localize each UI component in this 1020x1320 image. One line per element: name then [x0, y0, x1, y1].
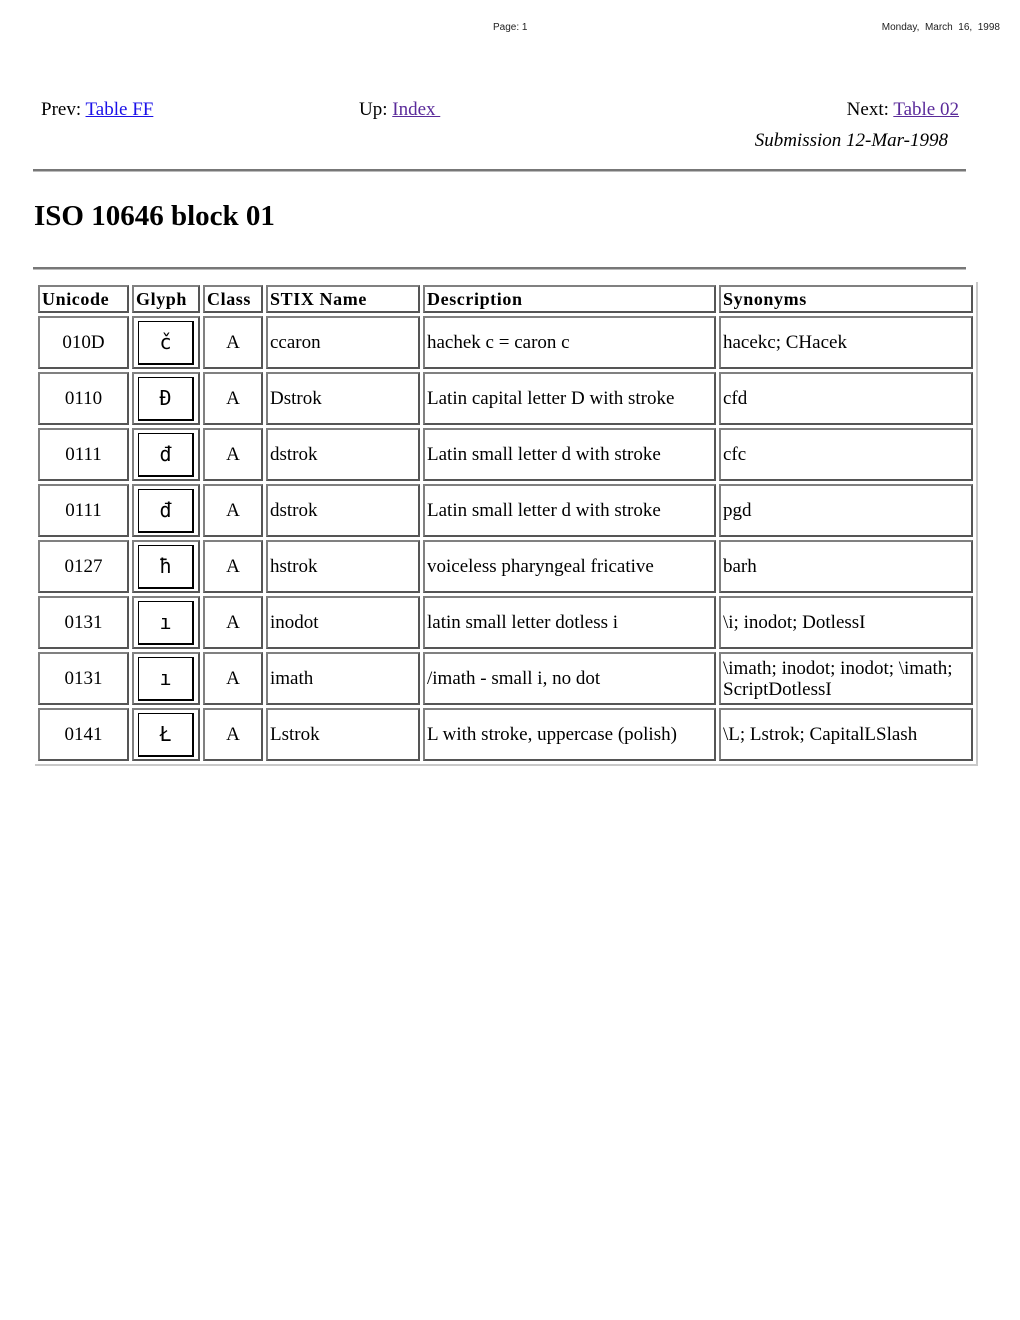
- stix-name-cell: ccaron: [266, 316, 420, 369]
- glyph-cell: Đ: [132, 372, 200, 425]
- table-row: 0111 đ A dstrok Latin small letter d wit…: [38, 484, 973, 537]
- header-synonyms: Synonyms: [719, 285, 973, 313]
- glyph-image: đ: [138, 432, 194, 477]
- glyph-cell: ı: [132, 652, 200, 705]
- submission-date: Submission 12-Mar-1998: [754, 130, 948, 151]
- table-row: 0111 đ A dstrok Latin small letter d wit…: [38, 428, 973, 481]
- unicode-cell: 0111: [38, 484, 129, 537]
- unicode-cell: 0111: [38, 428, 129, 481]
- class-cell: A: [203, 540, 263, 593]
- divider: [33, 267, 966, 270]
- glyph-image: ı: [138, 600, 194, 645]
- synonyms-cell: \imath; inodot; inodot; \imath; ScriptDo…: [719, 652, 973, 705]
- unicode-cell: 0127: [38, 540, 129, 593]
- stix-name-cell: dstrok: [266, 428, 420, 481]
- header-unicode: Unicode: [38, 285, 129, 313]
- unicode-cell: 010D: [38, 316, 129, 369]
- class-cell: A: [203, 372, 263, 425]
- stix-name-cell: Dstrok: [266, 372, 420, 425]
- table-row: 0131 ı A inodot latin small letter dotle…: [38, 596, 973, 649]
- header-stix-name: STIX Name: [266, 285, 420, 313]
- table-row: 0141 Ł A Lstrok L with stroke, uppercase…: [38, 708, 973, 761]
- stix-name-cell: hstrok: [266, 540, 420, 593]
- glyph-cell: č: [132, 316, 200, 369]
- class-cell: A: [203, 596, 263, 649]
- index-link[interactable]: Index: [392, 99, 440, 120]
- glyph-image: ı: [138, 656, 194, 701]
- description-cell: latin small letter dotless i: [423, 596, 716, 649]
- stix-name-cell: inodot: [266, 596, 420, 649]
- glyph-image: ħ: [138, 544, 194, 589]
- unicode-cell: 0141: [38, 708, 129, 761]
- glyph-cell: ı: [132, 596, 200, 649]
- synonyms-cell: barh: [719, 540, 973, 593]
- description-cell: /imath - small i, no dot: [423, 652, 716, 705]
- synonyms-cell: cfc: [719, 428, 973, 481]
- description-cell: voiceless pharyngeal fricative: [423, 540, 716, 593]
- glyph-image: Đ: [138, 376, 194, 421]
- glyph-image: đ: [138, 488, 194, 533]
- next-nav: Next: Table 02: [847, 99, 959, 121]
- class-cell: A: [203, 484, 263, 537]
- synonyms-cell: cfd: [719, 372, 973, 425]
- description-cell: Latin small letter d with stroke: [423, 484, 716, 537]
- synonyms-cell: hacekc; CHacek: [719, 316, 973, 369]
- description-cell: L with stroke, uppercase (polish): [423, 708, 716, 761]
- stix-name-cell: imath: [266, 652, 420, 705]
- character-table: Unicode Glyph Class STIX Name Descriptio…: [35, 282, 978, 766]
- glyph-cell: Ł: [132, 708, 200, 761]
- table-row: 010D č A ccaron hachek c = caron c hacek…: [38, 316, 973, 369]
- divider: [33, 169, 966, 172]
- next-label: Next:: [846, 99, 889, 120]
- unicode-cell: 0131: [38, 596, 129, 649]
- glyph-image: Ł: [138, 712, 194, 757]
- unicode-cell: 0110: [38, 372, 129, 425]
- page-title: ISO 10646 block 01: [34, 200, 275, 232]
- stix-name-cell: Lstrok: [266, 708, 420, 761]
- up-label: Up:: [359, 99, 388, 120]
- class-cell: A: [203, 316, 263, 369]
- table-row: 0131 ı A imath /imath - small i, no dot …: [38, 652, 973, 705]
- print-date: Monday, March 16, 1998: [881, 22, 1000, 33]
- description-cell: hachek c = caron c: [423, 316, 716, 369]
- page-number: Page: 1: [493, 22, 528, 33]
- table-row: 0127 ħ A hstrok voiceless pharyngeal fri…: [38, 540, 973, 593]
- header-class: Class: [203, 285, 263, 313]
- prev-nav: Prev: Table FF: [41, 99, 153, 121]
- synonyms-cell: \L; Lstrok; CapitalLSlash: [719, 708, 973, 761]
- navigation-bar: Prev: Table FF Up: Index Next: Table 02: [41, 99, 959, 123]
- header-description: Description: [423, 285, 716, 313]
- table-header-row: Unicode Glyph Class STIX Name Descriptio…: [38, 285, 973, 313]
- class-cell: A: [203, 652, 263, 705]
- unicode-cell: 0131: [38, 652, 129, 705]
- prev-link[interactable]: Table FF: [86, 99, 154, 120]
- glyph-image: č: [138, 320, 194, 365]
- up-nav: Up: Index: [359, 99, 440, 121]
- table-row: 0110 Đ A Dstrok Latin capital letter D w…: [38, 372, 973, 425]
- prev-label: Prev:: [41, 99, 82, 120]
- class-cell: A: [203, 428, 263, 481]
- synonyms-cell: \i; inodot; DotlessI: [719, 596, 973, 649]
- description-cell: Latin small letter d with stroke: [423, 428, 716, 481]
- header-glyph: Glyph: [132, 285, 200, 313]
- glyph-cell: đ: [132, 428, 200, 481]
- glyph-cell: ħ: [132, 540, 200, 593]
- description-cell: Latin capital letter D with stroke: [423, 372, 716, 425]
- class-cell: A: [203, 708, 263, 761]
- glyph-cell: đ: [132, 484, 200, 537]
- stix-name-cell: dstrok: [266, 484, 420, 537]
- next-link[interactable]: Table 02: [893, 99, 959, 120]
- synonyms-cell: pgd: [719, 484, 973, 537]
